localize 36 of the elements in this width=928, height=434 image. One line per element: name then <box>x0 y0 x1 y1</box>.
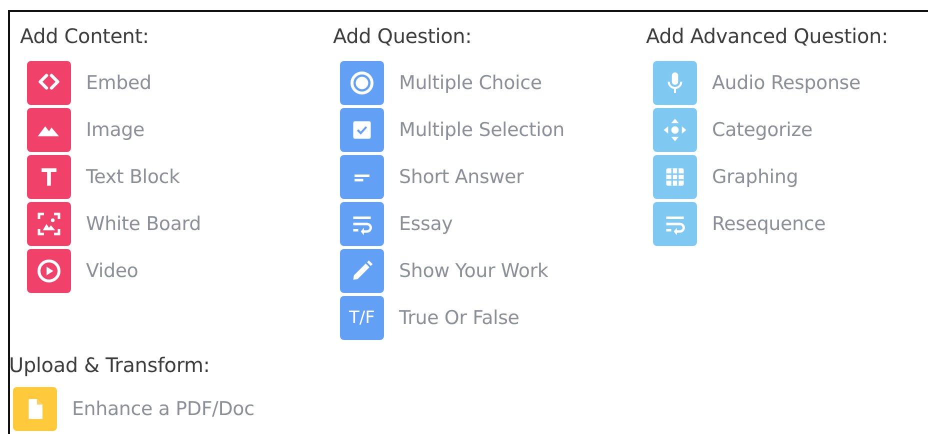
item-label[interactable]: Enhance a PDF/Doc <box>72 398 254 420</box>
play-icon[interactable] <box>27 249 71 293</box>
section-heading: Add Content: <box>20 23 150 50</box>
section-heading: Upload & Transform: <box>9 352 211 379</box>
item-label[interactable]: Audio Response <box>712 72 860 94</box>
letter-t-icon[interactable] <box>27 155 71 199</box>
item-label[interactable]: Embed <box>86 72 152 94</box>
true-false-icon[interactable]: T/F <box>340 296 384 340</box>
code-icon[interactable] <box>27 61 71 105</box>
microphone-icon[interactable] <box>653 61 697 105</box>
move-arrows-icon[interactable] <box>653 108 697 152</box>
item-label[interactable]: Show Your Work <box>399 260 548 282</box>
lines-icon[interactable] <box>340 155 384 199</box>
text-wrap-icon[interactable] <box>653 202 697 246</box>
whiteboard-icon[interactable] <box>27 202 71 246</box>
item-label[interactable]: Video <box>86 260 138 282</box>
section-heading: Add Advanced Question: <box>646 23 890 50</box>
item-label[interactable]: Text Block <box>86 166 180 188</box>
section-heading: Add Question: <box>333 23 473 50</box>
mountain-icon[interactable] <box>27 108 71 152</box>
item-label[interactable]: Resequence <box>712 213 826 235</box>
item-label[interactable]: Multiple Selection <box>399 119 564 141</box>
item-label[interactable]: Image <box>86 119 145 141</box>
text-wrap-icon[interactable] <box>340 202 384 246</box>
item-label[interactable]: Graphing <box>712 166 798 188</box>
file-icon[interactable] <box>13 387 57 431</box>
item-label[interactable]: True Or False <box>399 307 520 329</box>
pencil-icon[interactable] <box>340 249 384 293</box>
item-label[interactable]: White Board <box>86 213 201 235</box>
radio-icon[interactable] <box>340 61 384 105</box>
item-label[interactable]: Multiple Choice <box>399 72 542 94</box>
grid-icon[interactable] <box>653 155 697 199</box>
item-label[interactable]: Short Answer <box>399 166 524 188</box>
checkbox-icon[interactable] <box>340 108 384 152</box>
item-label[interactable]: Categorize <box>712 119 812 141</box>
item-label[interactable]: Essay <box>399 213 453 235</box>
